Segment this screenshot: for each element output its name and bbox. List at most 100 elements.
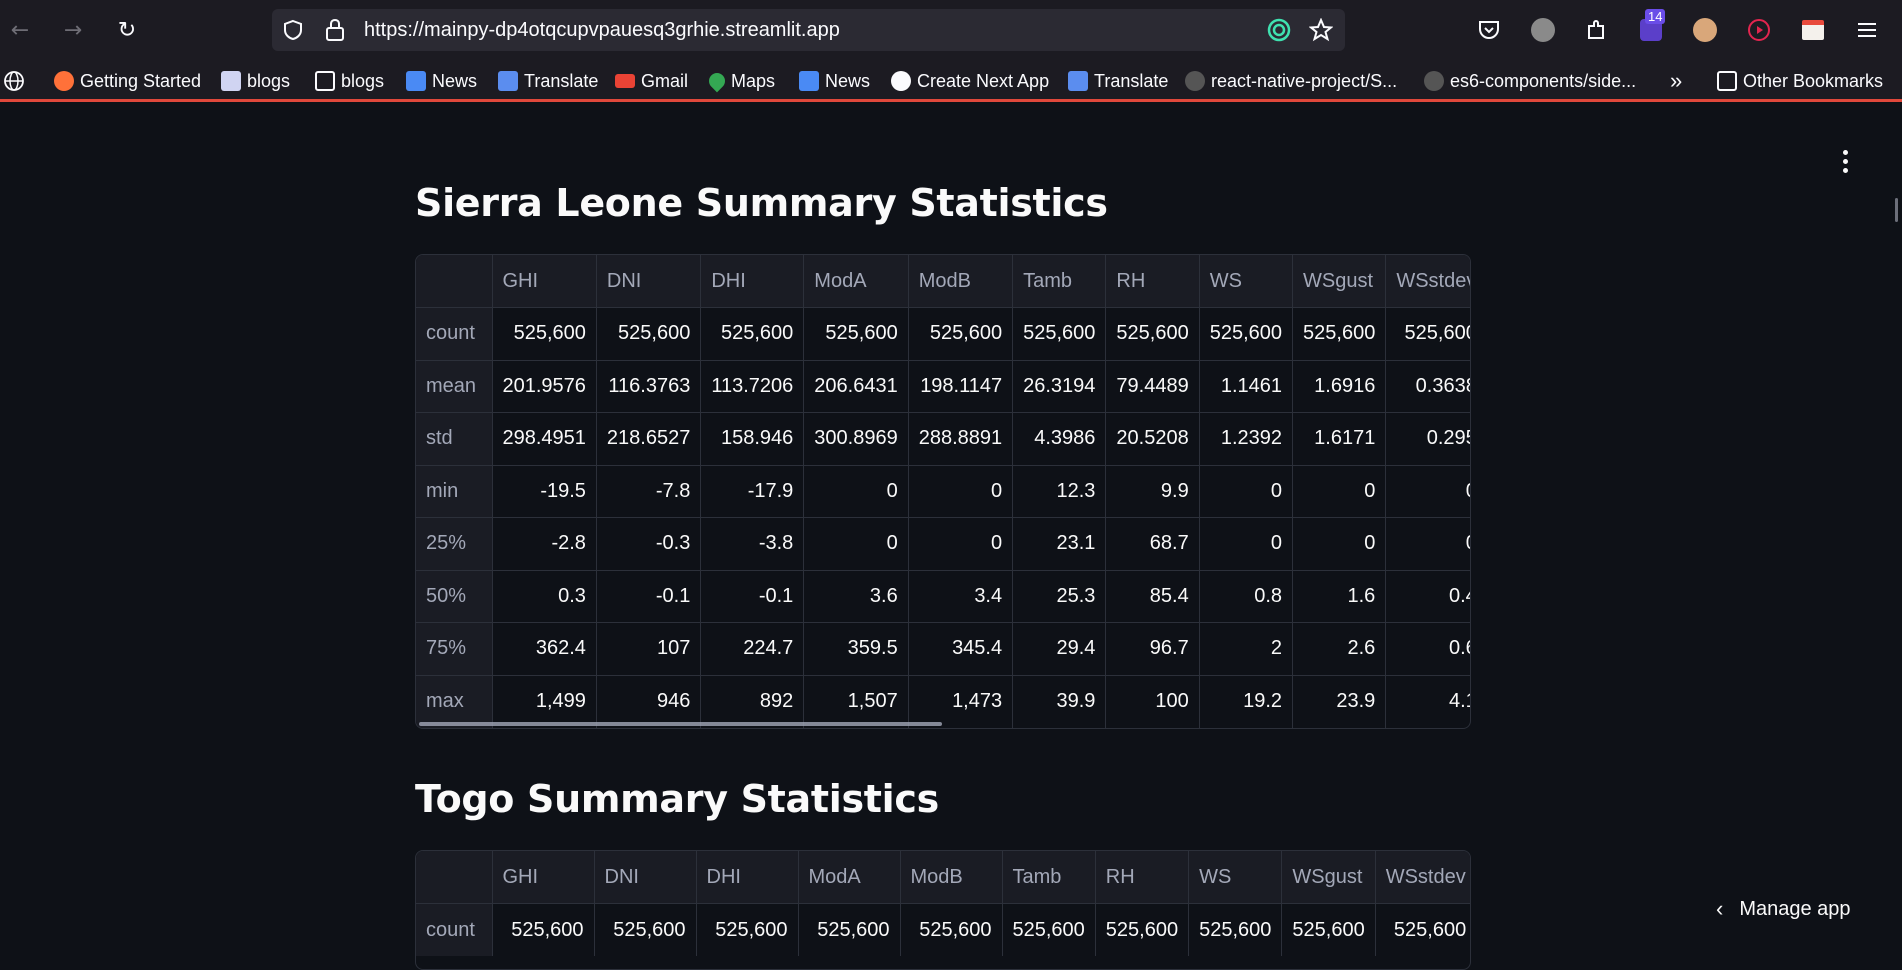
table-cell[interactable]: 107 [596,622,702,676]
table-cell[interactable]: 3.4 [908,570,1014,623]
table-cell[interactable]: 0 [908,465,1014,518]
extensions-puzzle-icon[interactable] [1581,14,1613,46]
table-cell[interactable]: 68.7 [1105,517,1200,571]
table-cell[interactable]: 525,600 [492,307,597,361]
bookmark-item[interactable]: react-native-project/S... [1185,68,1397,94]
table-cell[interactable]: 23.9 [1292,675,1387,728]
table-cell[interactable]: -17.9 [700,465,805,518]
bookmark-star-icon[interactable] [1309,18,1333,42]
table-cell[interactable]: 525,600 [1199,307,1294,361]
other-bookmarks[interactable]: Other Bookmarks [1717,68,1883,94]
table-cell[interactable]: 525,600 [900,903,1003,956]
column-header[interactable]: WSstdev [1385,255,1470,308]
bookmark-item[interactable]: News [406,68,477,94]
column-header[interactable]: ModB [908,255,1014,308]
table-cell[interactable]: 100 [1105,675,1200,728]
table-cell[interactable]: 0 [803,465,909,518]
table-cell[interactable]: 525,600 [908,307,1014,361]
table-cell[interactable]: 1,499 [492,675,597,728]
table-cell[interactable]: -3.8 [700,517,805,571]
table-cell[interactable]: 25.3 [1012,570,1107,623]
table-cell[interactable]: 0 [803,517,909,571]
main-menu-icon[interactable] [1832,143,1858,179]
row-index-cell[interactable]: min [416,465,493,518]
table-cell[interactable]: 0 [1385,465,1470,518]
row-index-cell[interactable]: mean [416,360,493,413]
table-cell[interactable]: 224.7 [700,622,805,676]
row-index-cell[interactable]: 50% [416,570,493,623]
manage-app-button[interactable]: ‹ Manage app [1716,891,1851,927]
table-cell[interactable]: 525,600 [1012,307,1107,361]
column-header[interactable]: RH [1095,851,1190,904]
pocket-icon[interactable] [1473,14,1505,46]
table-cell[interactable]: 158.946 [700,412,805,466]
bookmark-item[interactable]: blogs [221,68,290,94]
table-cell[interactable]: 12.3 [1012,465,1107,518]
column-header[interactable]: WSstdev [1375,851,1470,904]
table-cell[interactable]: 29.4 [1012,622,1107,676]
table-cell[interactable]: 4.3986 [1012,412,1107,466]
table-cell[interactable]: 1,473 [908,675,1014,728]
table-cell[interactable]: 359.5 [803,622,909,676]
table-cell[interactable]: 0.6 [1385,622,1470,676]
bookmark-item[interactable]: Translate [1068,68,1168,94]
table-cell[interactable]: 525,600 [1002,903,1096,956]
table-cell[interactable]: -0.1 [596,570,702,623]
table-cell[interactable]: 4.1 [1386,675,1470,728]
table-cell[interactable]: 79.4489 [1105,360,1200,413]
table-cell[interactable]: 39.9 [1012,675,1107,728]
table-cell[interactable]: 198.1147 [908,360,1014,413]
table-cell[interactable]: 0.4 [1385,570,1470,623]
bookmark-item[interactable]: Create Next App [891,68,1049,94]
table-cell[interactable]: 19.2 [1199,675,1294,728]
bookmark-item[interactable]: Getting Started [54,68,201,94]
column-header[interactable]: WSgust [1281,851,1376,904]
table-cell[interactable]: 206.6431 [803,360,909,413]
column-header[interactable]: Tamb [1002,851,1096,904]
extension-avatar-icon[interactable] [1689,14,1721,46]
row-index-cell[interactable]: 75% [416,622,493,676]
table-cell[interactable]: 0 [908,517,1014,571]
row-index-cell[interactable]: count [416,903,493,956]
table-cell[interactable]: 1.1461 [1199,360,1294,413]
bookmark-item[interactable]: Maps [705,68,775,94]
table-cell[interactable]: 1.6 [1292,570,1387,623]
table-cell[interactable]: 116.3763 [596,360,702,413]
table-horizontal-scrollbar[interactable] [419,721,942,726]
table-cell[interactable]: 525,600 [1095,903,1190,956]
table-cell[interactable]: 201.9576 [492,360,597,413]
column-header[interactable]: WS [1188,851,1283,904]
table-cell[interactable]: 2.6 [1292,622,1387,676]
table-cell[interactable]: 0 [1385,517,1470,571]
table-cell[interactable]: 0.3638 [1385,360,1470,413]
bookmarks-overflow-icon[interactable]: » [1670,68,1682,94]
table-cell[interactable]: -7.8 [596,465,702,518]
url-bar[interactable]: https://mainpy-dp4otqcupvpauesq3grhie.st… [272,9,1345,51]
table-cell[interactable]: 525,600 [1292,307,1387,361]
column-header[interactable]: DHI [696,851,799,904]
table-cell[interactable]: 26.3194 [1012,360,1107,413]
table-cell[interactable]: 0.8 [1199,570,1294,623]
column-header[interactable]: ModA [803,255,909,308]
table-cell[interactable]: 0 [1199,517,1294,571]
table-cell[interactable]: -0.3 [596,517,702,571]
extension-calendar-icon[interactable] [1797,14,1829,46]
bookmark-item[interactable]: blogs [315,68,384,94]
page-scrollbar[interactable] [1895,198,1898,222]
table-cell[interactable]: 525,600 [1375,904,1470,957]
stats-table[interactable]: GHI DNI DHI ModA ModB Tamb RH WS WSgust WSstdev c… [415,850,1471,970]
app-menu-icon[interactable] [1851,14,1883,46]
table-cell[interactable]: 1.2392 [1199,412,1294,466]
table-cell[interactable]: 85.4 [1105,570,1200,623]
table-cell[interactable]: 298.4951 [492,412,597,466]
table-cell[interactable]: 525,600 [1105,307,1200,361]
table-cell[interactable]: 0 [1199,465,1294,518]
column-header[interactable]: ModB [900,851,1003,904]
table-cell[interactable]: 1.6171 [1292,412,1387,466]
table-cell[interactable]: -0.1 [700,570,805,623]
bookmark-item[interactable]: es6-components/side... [1424,68,1636,94]
table-cell[interactable]: 0.3 [492,570,597,623]
column-header[interactable]: DNI [594,851,697,904]
column-header[interactable]: Tamb [1012,255,1107,308]
table-cell[interactable]: 20.5208 [1105,412,1200,466]
